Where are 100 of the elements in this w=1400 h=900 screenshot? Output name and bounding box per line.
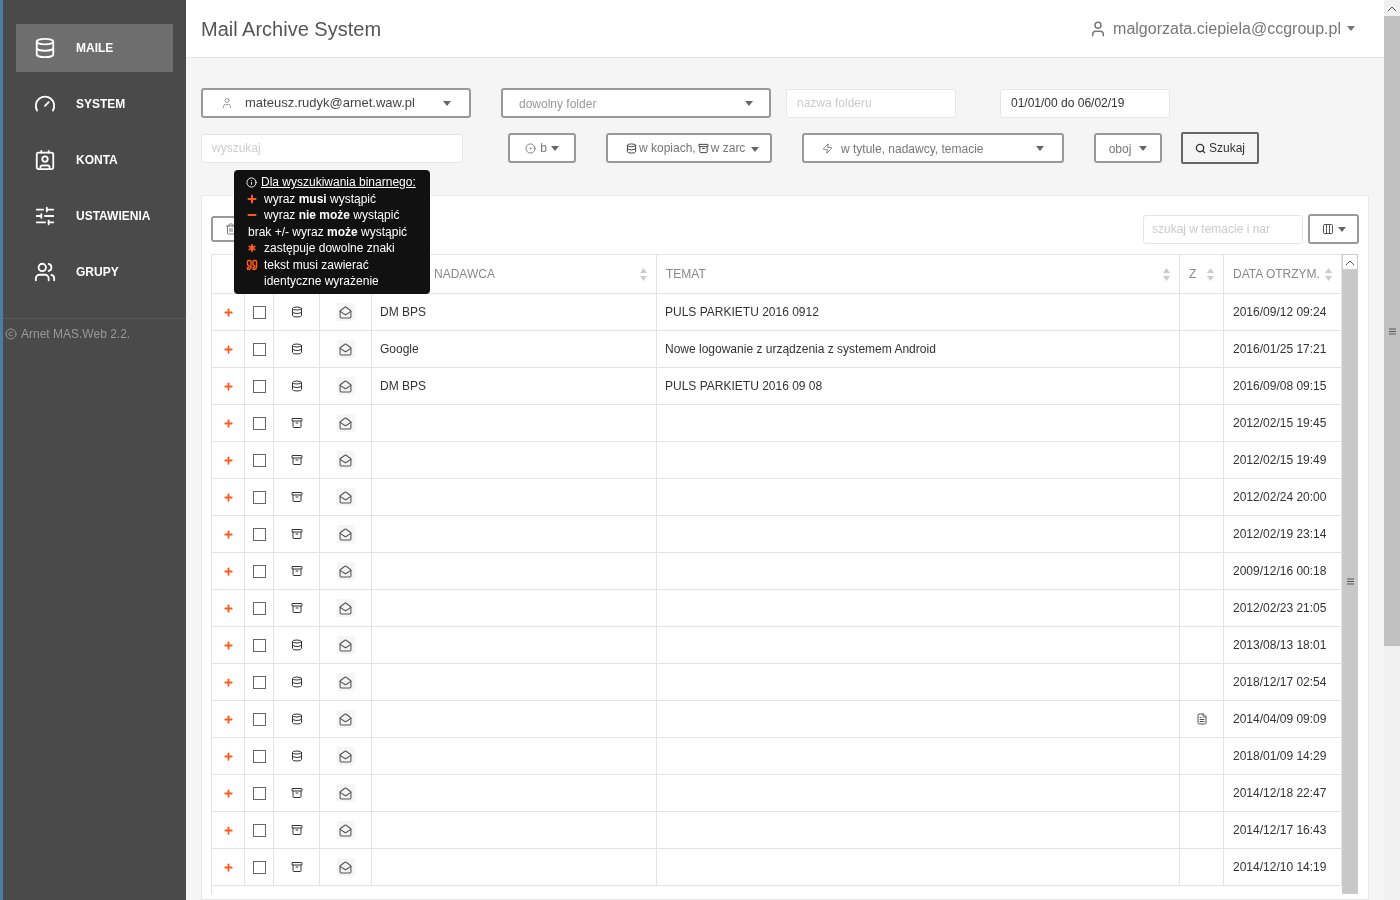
page-scrollbar[interactable] [1384, 0, 1400, 900]
expand-icon[interactable] [222, 343, 234, 355]
tooltip-line: brak +/- wyraz może wystąpić [248, 223, 408, 240]
date-cell-text: 2014/12/18 22:47 [1233, 785, 1327, 802]
row-checkbox[interactable] [252, 860, 266, 874]
row-checkbox[interactable] [252, 675, 266, 689]
mail-open-icon[interactable] [336, 525, 355, 543]
row-checkbox[interactable] [252, 601, 266, 615]
copyright-icon [5, 328, 17, 340]
mail-open-icon[interactable] [336, 377, 355, 395]
folder-select[interactable]: dowolny folder [501, 88, 771, 118]
sidebar-item[interactable]: KONTA [16, 136, 173, 184]
expand-icon[interactable] [222, 639, 234, 651]
expand-icon[interactable] [222, 528, 234, 540]
row-checkbox[interactable] [252, 342, 266, 356]
row-checkbox[interactable] [252, 527, 266, 541]
user-menu[interactable]: malgorzata.ciepiela@ccgroup.pl [1089, 16, 1355, 41]
row-checkbox[interactable] [252, 564, 266, 578]
row-checkbox[interactable] [252, 490, 266, 504]
mail-open-icon[interactable] [336, 562, 355, 580]
date-cell-text: 2014/04/09 09:09 [1233, 711, 1327, 728]
column-header[interactable]: TEMAT [657, 255, 1180, 293]
row-checkbox[interactable] [252, 305, 266, 319]
row-checkbox[interactable] [252, 638, 266, 652]
search-icon [1195, 142, 1206, 154]
expand-icon[interactable] [222, 713, 234, 725]
table-scrollbar[interactable] [1342, 254, 1358, 894]
source-select[interactable]: w kopiach, w zarc [606, 133, 772, 163]
tooltip-line: wyraz nie może wystąpić [264, 207, 400, 224]
mail-open-icon[interactable] [336, 710, 355, 728]
expand-icon[interactable] [222, 750, 234, 762]
expand-icon[interactable] [222, 380, 234, 392]
mail-open-icon[interactable] [336, 451, 355, 469]
sort-icon [640, 267, 647, 281]
database-icon [34, 37, 56, 59]
user-icon [221, 97, 233, 109]
mail-open-icon[interactable] [336, 747, 355, 765]
row-checkbox[interactable] [252, 786, 266, 800]
tooltip-title: Dla wyszukiwania binarnego: [261, 174, 416, 191]
expand-icon[interactable] [222, 824, 234, 836]
expand-icon[interactable] [222, 861, 234, 873]
date-cell-text: 2012/02/24 20:00 [1233, 489, 1327, 506]
row-checkbox[interactable] [252, 453, 266, 467]
caret-icon [751, 147, 760, 152]
caret-icon [1036, 145, 1044, 151]
sidebar-item[interactable]: GRUPY [16, 248, 173, 296]
date-cell-text: 2018/01/09 14:29 [1233, 748, 1327, 765]
caret-icon [1139, 145, 1148, 151]
mail-open-icon[interactable] [336, 599, 355, 617]
quote-icon [246, 258, 258, 271]
expand-icon[interactable] [222, 676, 234, 688]
row-checkbox[interactable] [252, 749, 266, 763]
expand-icon[interactable] [222, 565, 234, 577]
mail-open-icon[interactable] [336, 784, 355, 802]
date-cell-text: 2012/02/19 23:14 [1233, 526, 1327, 543]
columns-button[interactable] [1308, 214, 1359, 244]
date-cell-text: 2018/12/17 02:54 [1233, 674, 1327, 691]
columns-icon [1321, 223, 1334, 235]
mail-open-icon[interactable] [336, 488, 355, 506]
caret-icon [745, 100, 753, 106]
direction-select[interactable]: oboj [1094, 133, 1162, 163]
expand-icon[interactable] [222, 306, 234, 318]
date-range-field[interactable]: 01/01/00 do 06/02/19 [1000, 88, 1170, 118]
row-checkbox[interactable] [252, 379, 266, 393]
expand-icon[interactable] [222, 787, 234, 799]
scope-select[interactable]: w tytule, nadawcy, temacie [802, 133, 1064, 163]
date-cell-text: 2014/12/10 14:19 [1233, 859, 1327, 876]
grip-icon [1388, 327, 1396, 335]
mode-select[interactable]: b [508, 133, 576, 163]
row-checkbox[interactable] [252, 416, 266, 430]
sidebar-item[interactable]: MAILE [16, 24, 173, 72]
plus-icon [246, 192, 258, 205]
scroll-up-icon [1346, 259, 1354, 265]
info-icon [246, 176, 257, 188]
mail-open-icon[interactable] [336, 636, 355, 654]
mail-open-icon[interactable] [336, 821, 355, 839]
expand-icon[interactable] [222, 417, 234, 429]
expand-icon[interactable] [222, 602, 234, 614]
expand-icon[interactable] [222, 454, 234, 466]
mail-open-icon[interactable] [336, 673, 355, 691]
grip-icon [1346, 578, 1354, 585]
sort-icon [1325, 267, 1332, 281]
column-header[interactable]: Z [1180, 255, 1224, 293]
contact-card-icon [34, 149, 56, 171]
mail-open-icon[interactable] [336, 340, 355, 358]
caret-icon [1347, 26, 1355, 31]
sender-cell-text: Google [380, 341, 419, 358]
sender-cell-text: DM BPS [380, 304, 426, 321]
sidebar-item[interactable]: SYSTEM [16, 80, 173, 128]
date-cell-text: 2016/09/08 09:15 [1233, 378, 1327, 395]
account-select[interactable]: mateusz.rudyk@arnet.waw.pl [201, 88, 471, 118]
row-checkbox[interactable] [252, 823, 266, 837]
mail-open-icon[interactable] [336, 858, 355, 876]
mail-open-icon[interactable] [336, 303, 355, 321]
sidebar-item[interactable]: USTAWIENIA [16, 192, 173, 240]
expand-icon[interactable] [222, 491, 234, 503]
mail-open-icon[interactable] [336, 414, 355, 432]
search-button[interactable]: Szukaj [1181, 132, 1260, 164]
date-cell-text: 2016/09/12 09:24 [1233, 304, 1327, 321]
row-checkbox[interactable] [252, 712, 266, 726]
